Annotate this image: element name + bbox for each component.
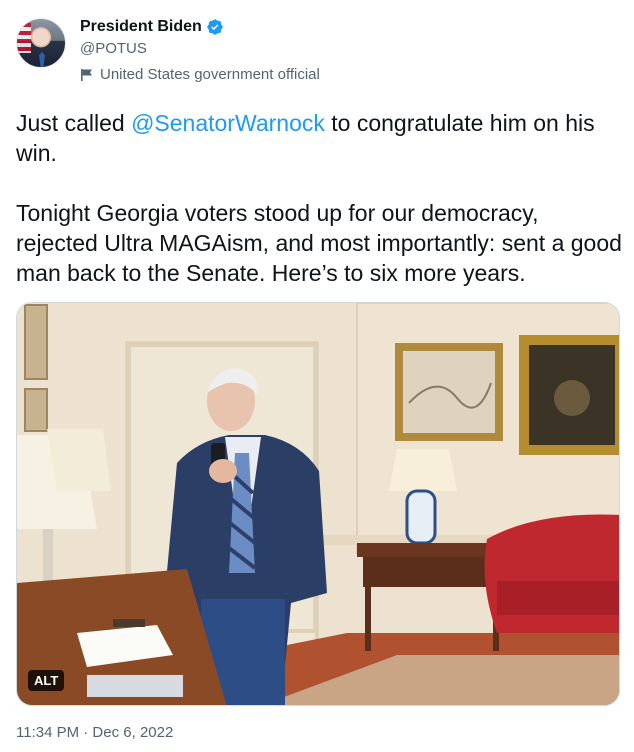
tweet-timestamp[interactable]: 11:34 PM · Dec 6, 2022 bbox=[16, 724, 173, 741]
mention-link[interactable]: @SenatorWarnock bbox=[131, 110, 325, 136]
frame-left-top bbox=[24, 304, 48, 380]
handle[interactable]: @POTUS bbox=[80, 40, 147, 57]
person-hand bbox=[209, 459, 237, 483]
side-table-top bbox=[357, 543, 507, 557]
display-name[interactable]: President Biden bbox=[80, 18, 202, 36]
tweet-photo[interactable]: ALT bbox=[16, 302, 620, 706]
account-label-text: United States government official bbox=[100, 66, 320, 83]
frame-left-mid bbox=[24, 388, 48, 432]
photo-scene bbox=[17, 303, 619, 705]
avatar[interactable] bbox=[16, 18, 66, 68]
painting-detail bbox=[554, 380, 590, 416]
desk-book bbox=[87, 675, 183, 697]
tweet-text-part: Just called bbox=[16, 110, 132, 136]
name-row: President Biden bbox=[80, 18, 224, 36]
lamp-base-right bbox=[405, 489, 437, 545]
lamp-shade-right bbox=[389, 449, 457, 491]
map-painting bbox=[403, 351, 495, 433]
red-sofa-seat bbox=[497, 581, 619, 615]
tweet-header: President Biden @POTUS United States gov… bbox=[16, 16, 616, 88]
tweet-paragraph-1: Just called @SenatorWarnock to congratul… bbox=[16, 108, 624, 168]
verified-badge-icon bbox=[207, 19, 223, 35]
flag-icon bbox=[81, 68, 92, 81]
lamp-shade-left-2 bbox=[47, 429, 111, 491]
side-table-body bbox=[363, 557, 501, 587]
red-sofa bbox=[484, 514, 619, 633]
tweet-paragraph-2: Tonight Georgia voters stood up for our … bbox=[16, 200, 622, 286]
account-label: United States government official bbox=[80, 66, 320, 83]
tweet-text: Just called @SenatorWarnock to congratul… bbox=[16, 108, 624, 288]
side-table-leg bbox=[365, 587, 371, 651]
desk-item bbox=[113, 619, 145, 627]
alt-text-button[interactable]: ALT bbox=[28, 670, 65, 691]
